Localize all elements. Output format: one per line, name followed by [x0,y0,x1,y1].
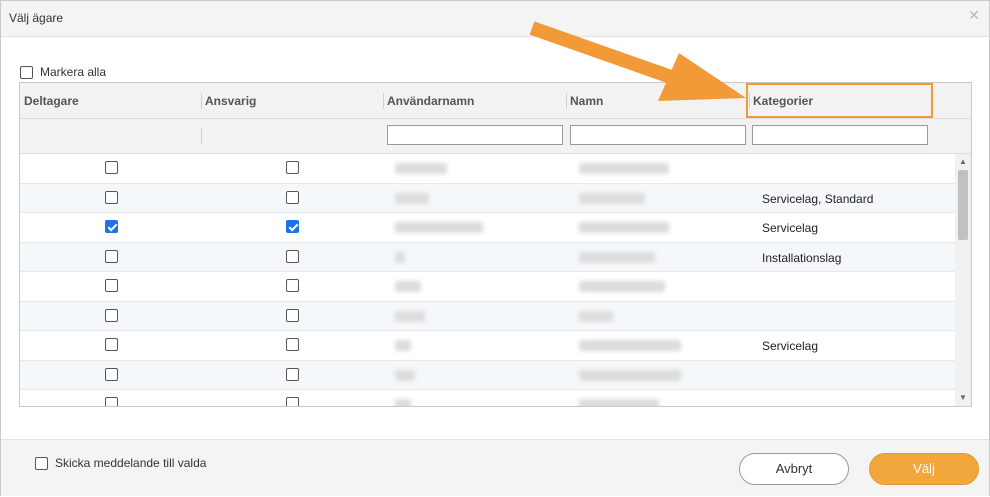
redacted-name [579,251,655,263]
redacted-username [395,340,411,351]
owner-grid: Deltagare Ansvarig Användarnamn Namn Kat… [19,82,972,407]
notify-label: Skicka meddelande till valda [55,456,207,470]
ansvarig-checkbox[interactable] [286,367,299,381]
table-row[interactable] [20,360,955,390]
row-category: Servicelag [762,339,819,353]
redacted-name [579,399,659,406]
filter-kategorier-input[interactable] [752,125,928,145]
column-header-namn[interactable]: Namn [570,83,603,119]
ansvarig-checkbox[interactable] [286,308,299,322]
column-separator [749,93,750,109]
close-icon[interactable]: ✕ [967,7,981,23]
redacted-name [579,192,645,204]
redacted-name [579,222,669,233]
column-header-deltagare[interactable]: Deltagare [24,83,79,119]
redacted-username [395,163,447,174]
table-row[interactable]: Installationslag [20,242,955,272]
scroll-down-icon[interactable]: ▼ [958,393,968,403]
select-all-label: Markera alla [40,65,107,79]
filter-anvandarnamn-input[interactable] [387,125,563,145]
redacted-name [579,310,613,322]
redacted-username [395,399,411,406]
deltagare-checkbox[interactable] [105,220,118,233]
dialog: Välj ägare ✕ Markera alla Deltagare Ansv… [0,0,990,496]
table-row[interactable] [20,301,955,331]
row-category: Servicelag, Standard [762,191,874,206]
redacted-name [579,369,681,381]
deltagare-checkbox[interactable] [105,367,118,381]
dialog-title: Välj ägare [9,11,64,25]
notify-checkbox[interactable] [35,456,48,470]
select-all-checkbox[interactable] [20,65,33,79]
select-all[interactable]: Markera alla [20,65,106,79]
scrollbar-thumb[interactable] [958,170,968,240]
scroll-up-icon[interactable]: ▲ [958,157,968,167]
dialog-titlebar: Välj ägare ✕ [1,1,989,37]
ansvarig-checkbox[interactable] [286,397,299,406]
deltagare-checkbox[interactable] [105,397,118,406]
redacted-username [395,251,405,263]
column-separator [383,93,384,109]
redacted-name [579,281,665,292]
redacted-name [579,340,681,351]
redacted-name [579,163,669,174]
column-separator [201,93,202,109]
redacted-username [395,192,429,204]
dialog-footer: Skicka meddelande till valda Avbryt Välj [1,439,989,496]
ansvarig-checkbox[interactable] [286,279,299,292]
grid-header: Deltagare Ansvarig Användarnamn Namn Kat… [20,83,971,119]
deltagare-checkbox[interactable] [105,249,118,263]
deltagare-checkbox[interactable] [105,161,118,174]
deltagare-checkbox[interactable] [105,338,118,351]
ansvarig-checkbox[interactable] [286,249,299,263]
column-header-ansvarig[interactable]: Ansvarig [205,83,256,119]
redacted-username [395,222,483,233]
column-separator [566,93,567,109]
row-category: Installationslag [762,250,842,265]
table-row[interactable] [20,390,955,406]
column-separator [201,128,202,144]
deltagare-checkbox[interactable] [105,279,118,292]
ansvarig-checkbox[interactable] [286,190,299,204]
deltagare-checkbox[interactable] [105,308,118,322]
grid-body: Servicelag, Standard Servicelag Installa… [20,154,955,406]
redacted-username [395,281,421,292]
column-header-anvandarnamn[interactable]: Användarnamn [387,83,474,119]
ansvarig-checkbox[interactable] [286,161,299,174]
ansvarig-checkbox[interactable] [286,338,299,351]
redacted-username [395,369,415,381]
table-row[interactable] [20,154,955,184]
table-row[interactable]: Servicelag [20,213,955,243]
table-row[interactable] [20,272,955,302]
table-row[interactable]: Servicelag, Standard [20,183,955,213]
table-row[interactable]: Servicelag [20,331,955,361]
select-button[interactable]: Välj [869,453,979,485]
filter-row [20,119,971,154]
filter-namn-input[interactable] [570,125,746,145]
vertical-scrollbar[interactable]: ▲ ▼ [955,154,971,406]
redacted-username [395,310,425,322]
ansvarig-checkbox[interactable] [286,220,299,233]
cancel-button[interactable]: Avbryt [739,453,849,485]
deltagare-checkbox[interactable] [105,190,118,204]
notify-option[interactable]: Skicka meddelande till valda [35,456,206,470]
row-category: Servicelag [762,221,819,235]
column-header-kategorier[interactable]: Kategorier [753,83,813,119]
